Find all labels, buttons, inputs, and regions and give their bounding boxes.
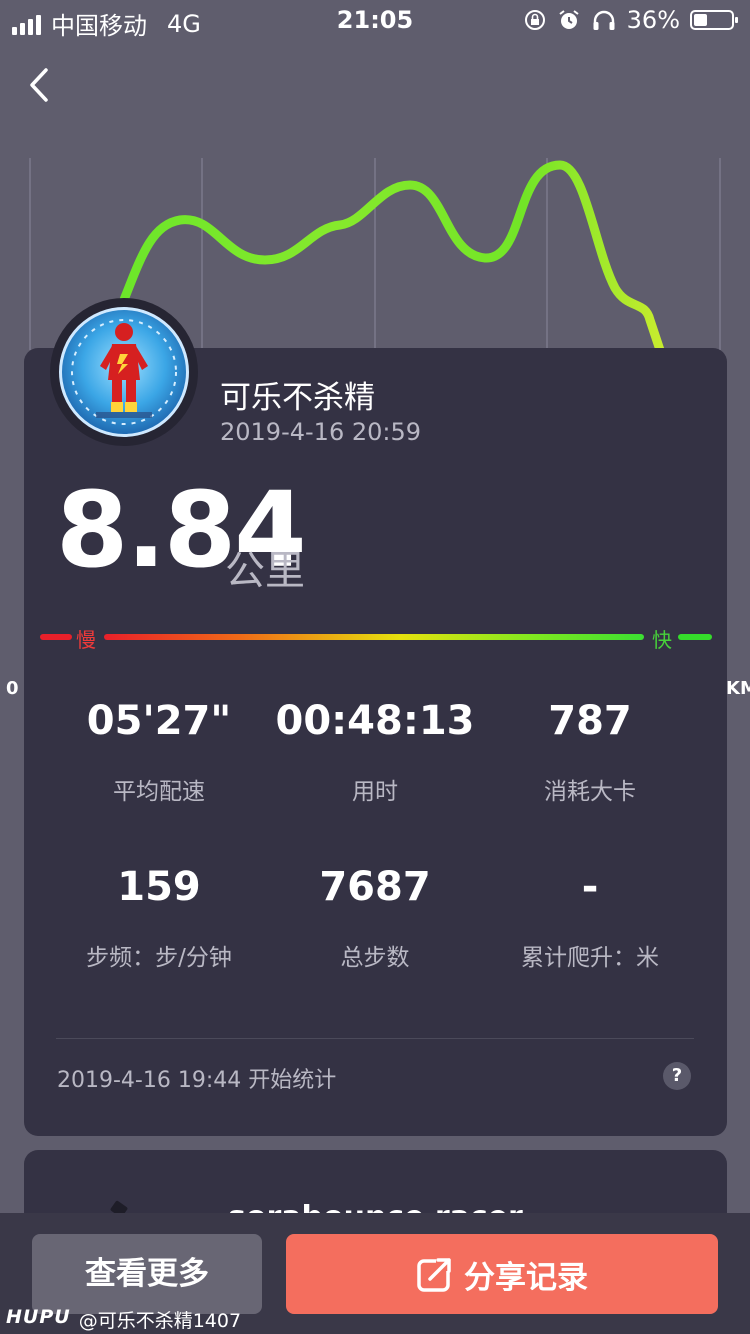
cadence-label: 步频：步/分钟 [86, 945, 232, 971]
start-time-text: 2019-4-16 19:44 开始统计 [57, 1068, 337, 1093]
headphones-icon [593, 10, 615, 30]
duration-label: 用时 [352, 779, 398, 805]
watermark: HUPU @可乐不杀精1407 [6, 1306, 241, 1333]
status-right: 36% [523, 6, 738, 34]
elevation-gain-label: 累计爬升：米 [521, 945, 659, 971]
run-datetime: 2019-4-16 20:59 [220, 418, 421, 446]
axis-start-label: 0 [6, 678, 19, 699]
distance-unit: 公里 [225, 548, 305, 594]
speed-legend-fast-segment [678, 634, 712, 640]
total-steps-label: 总步数 [340, 945, 410, 971]
elevation-gain-value: - [581, 864, 599, 910]
share-record-button[interactable]: 分享记录 [286, 1234, 718, 1314]
axis-end-label: KM [726, 678, 750, 699]
share-icon [417, 1257, 452, 1292]
total-steps-value: 7687 [319, 864, 431, 910]
duration-value: 00:48:13 [275, 698, 475, 744]
speed-fast-label: 快 [652, 628, 672, 652]
share-record-label: 分享记录 [464, 1259, 588, 1296]
pace-line [115, 160, 665, 355]
avg-pace-value: 05'27" [86, 698, 232, 744]
calories-value: 787 [548, 698, 632, 744]
superhero-avatar-icon [71, 319, 177, 425]
hupu-logo: HUPU [6, 1306, 71, 1328]
speed-legend-slow-segment [40, 634, 72, 640]
cadence-value: 159 [117, 864, 201, 910]
user-name: 可乐不杀精 [220, 380, 375, 416]
speed-gradient-bar [104, 634, 644, 640]
back-button[interactable] [20, 60, 60, 110]
view-more-button[interactable]: 查看更多 [32, 1234, 262, 1314]
speed-legend: 慢 快 [40, 626, 712, 652]
chevron-left-icon [30, 68, 48, 102]
status-bar: 中国移动 4G 21:05 36% [0, 0, 750, 40]
help-button[interactable]: ? [663, 1062, 691, 1090]
speed-slow-label: 慢 [76, 628, 96, 652]
calories-label: 消耗大卡 [544, 779, 636, 805]
avg-pace-label: 平均配速 [113, 779, 205, 805]
watermark-handle: @可乐不杀精1407 [78, 1310, 242, 1332]
card-divider [56, 1038, 694, 1039]
avatar-image [59, 307, 189, 437]
avatar[interactable] [50, 298, 198, 446]
battery-icon [690, 10, 738, 30]
rotation-lock-icon [524, 10, 545, 30]
battery-percent: 36% [626, 6, 680, 34]
alarm-icon [559, 10, 579, 29]
